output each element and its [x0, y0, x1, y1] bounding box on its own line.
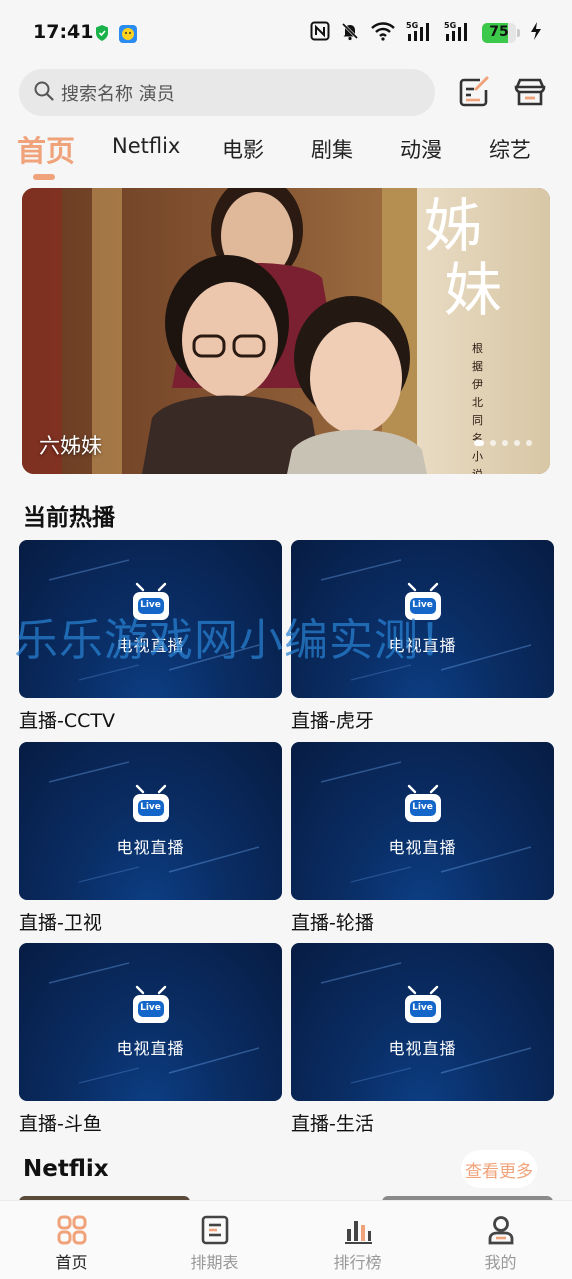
live-thumbnail: Live 电视直播	[19, 943, 282, 1101]
tab-home[interactable]: 首页	[17, 128, 75, 170]
live-thumbnail: Live 电视直播	[291, 742, 554, 900]
nav-profile[interactable]: 我的	[429, 1201, 572, 1279]
poster-subtitle-char: 小	[472, 450, 483, 463]
featured-banner[interactable]: 姊 妹 根据伊北同名小说 六姊妹	[22, 188, 550, 474]
live-thumbnail: Live 电视直播	[19, 742, 282, 900]
live-card-label: 直播-虎牙	[291, 710, 374, 732]
edit-icon[interactable]	[456, 74, 492, 110]
live-badge: Live	[140, 802, 161, 812]
pagination-dot	[502, 440, 508, 446]
app-notify-icon	[118, 24, 138, 48]
live-caption: 电视直播	[388, 1039, 457, 1058]
live-card-rotation[interactable]: Live 电视直播 直播-轮播	[291, 742, 554, 935]
live-card-douyu[interactable]: Live 电视直播 直播-斗鱼	[19, 943, 282, 1136]
poster-subtitle-char: 同	[472, 414, 483, 427]
live-badge: Live	[412, 802, 433, 812]
battery-icon: 75	[482, 23, 520, 43]
poster-subtitle-char: 据	[472, 359, 483, 373]
signal-5g-icon: 5G	[406, 20, 434, 46]
live-badge: Live	[140, 1003, 161, 1013]
charging-icon	[530, 21, 542, 45]
live-card-label: 直播-卫视	[19, 912, 102, 934]
poster-title: 姊	[424, 192, 482, 260]
home-grid-icon	[57, 1215, 87, 1245]
view-more-button[interactable]: 查看更多	[461, 1150, 537, 1188]
battery-level: 75	[489, 24, 509, 40]
live-card-label: 直播-生活	[291, 1113, 374, 1135]
schedule-icon	[200, 1215, 230, 1245]
nfc-icon	[310, 21, 330, 45]
nav-ranking[interactable]: 排行榜	[286, 1201, 429, 1279]
live-card-life[interactable]: Live 电视直播 直播-生活	[291, 943, 554, 1136]
nav-label: 我的	[484, 1253, 517, 1272]
live-caption: 电视直播	[116, 838, 185, 857]
live-card-label: 直播-CCTV	[19, 710, 115, 732]
tab-variety[interactable]: 综艺	[489, 134, 531, 164]
pagination-dot	[526, 440, 532, 446]
poster-subtitle-char: 根	[472, 341, 483, 355]
nav-home[interactable]: 首页	[0, 1201, 143, 1279]
svg-text:5G: 5G	[444, 21, 456, 30]
banner-pagination	[474, 440, 532, 446]
live-thumbnail: Live 电视直播	[291, 943, 554, 1101]
tab-netflix[interactable]: Netflix	[112, 134, 180, 158]
nav-label: 首页	[55, 1253, 88, 1272]
live-caption: 电视直播	[388, 838, 457, 857]
live-caption: 电视直播	[116, 1039, 185, 1058]
poster-subtitle-char: 说	[472, 467, 483, 474]
poster-subtitle-char: 伊	[472, 378, 483, 391]
search-placeholder: 搜索名称 演员	[61, 83, 175, 105]
nav-schedule[interactable]: 排期表	[143, 1201, 286, 1279]
live-card-satellite[interactable]: Live 电视直播 直播-卫视	[19, 742, 282, 935]
tab-series[interactable]: 剧集	[311, 134, 353, 164]
shield-icon	[94, 24, 110, 48]
tab-anime[interactable]: 动漫	[400, 134, 442, 164]
status-time: 17:41	[33, 21, 94, 43]
pagination-dot	[514, 440, 520, 446]
wifi-icon	[370, 21, 396, 45]
category-tabs: 首页 Netflix 电影 剧集 动漫 综艺	[0, 128, 572, 182]
search-icon	[33, 80, 55, 106]
ranking-icon	[343, 1215, 373, 1245]
nav-label: 排期表	[190, 1253, 239, 1272]
watermark-text: 乐乐游戏网小编实测！	[14, 615, 464, 666]
svg-text:5G: 5G	[406, 21, 418, 30]
mute-icon	[340, 21, 360, 45]
live-card-label: 直播-斗鱼	[19, 1113, 102, 1135]
status-bar: 17:41 5G 5G 75	[0, 0, 572, 66]
pagination-dot	[474, 440, 484, 446]
svg-text:妹: 妹	[444, 256, 502, 324]
bottom-navigation: 首页 排期表 排行榜 我的	[0, 1200, 572, 1279]
store-icon[interactable]	[512, 74, 548, 110]
nav-label: 排行榜	[333, 1253, 382, 1272]
pagination-dot	[490, 440, 496, 446]
live-badge: Live	[412, 1003, 433, 1013]
tab-indicator	[33, 174, 55, 180]
live-card-label: 直播-轮播	[291, 912, 374, 934]
banner-caption: 六姊妹	[39, 434, 102, 458]
signal-5g-icon: 5G	[444, 20, 472, 46]
tab-movies[interactable]: 电影	[222, 134, 264, 164]
section-title-hot: 当前热播	[23, 505, 115, 531]
profile-icon	[486, 1215, 516, 1245]
search-input[interactable]: 搜索名称 演员	[19, 69, 435, 116]
section-title-netflix: Netflix	[23, 1156, 109, 1182]
poster-subtitle-char: 北	[472, 396, 483, 409]
